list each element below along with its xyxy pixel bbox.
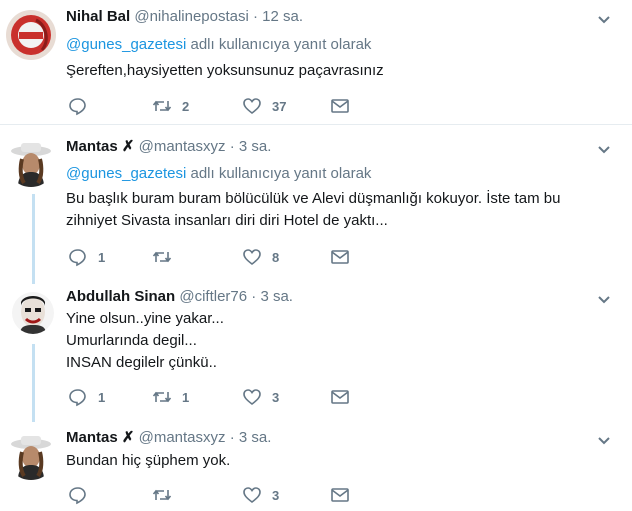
tweet-text: Bu başlık buram buram bölücülük ve Alevi… xyxy=(66,188,560,232)
retweet-button[interactable]: 1 xyxy=(152,387,189,407)
like-icon xyxy=(243,98,261,115)
reply-icon xyxy=(69,98,86,116)
retweet-icon xyxy=(152,100,172,112)
avatar[interactable] xyxy=(6,10,56,60)
tweet[interactable]: Nihal Bal @nihalinepostasi · 12 sa. @gun… xyxy=(0,0,632,124)
user-handle[interactable]: @mantasxyz xyxy=(139,429,226,446)
chevron-down-icon[interactable] xyxy=(596,291,612,307)
retweet-count: 2 xyxy=(182,98,190,114)
tweet-header: Nihal Bal @nihalinepostasi · 12 sa. xyxy=(66,8,303,25)
separator-dot: · xyxy=(253,8,258,25)
like-button[interactable]: 3 xyxy=(242,387,279,407)
like-count: 3 xyxy=(272,487,280,503)
reply-button[interactable] xyxy=(68,96,98,116)
chevron-down-icon[interactable] xyxy=(596,11,612,27)
retweet-count: 1 xyxy=(182,389,190,405)
separator-dot: · xyxy=(229,429,235,446)
tweet-text: Yine olsun..yine yakar... Umurlarında de… xyxy=(66,308,224,374)
like-count: 37 xyxy=(272,98,287,114)
separator-dot: · xyxy=(229,138,235,155)
retweet-button[interactable]: 2 xyxy=(152,96,189,116)
like-button[interactable]: 8 xyxy=(242,247,279,267)
direct-message-button[interactable] xyxy=(330,485,350,505)
timestamp[interactable]: 3 sa. xyxy=(239,138,272,155)
direct-message-icon xyxy=(331,250,349,264)
tweet[interactable]: Abdullah Sinan @ciftler76 · 3 sa. Yine o… xyxy=(0,280,632,420)
direct-message-icon xyxy=(331,488,349,502)
reply-context: @gunes_gazetesi adlı kullanıcıya yanıt o… xyxy=(66,36,371,53)
direct-message-icon xyxy=(331,99,349,113)
like-icon xyxy=(243,249,261,266)
reply-context: @gunes_gazetesi adlı kullanıcıya yanıt o… xyxy=(66,165,371,182)
reply-icon xyxy=(69,389,86,407)
chevron-down-icon[interactable] xyxy=(596,432,612,448)
user-handle[interactable]: @nihalinepostasi xyxy=(134,8,248,25)
reply-button[interactable]: 1 xyxy=(68,387,105,407)
display-name[interactable]: Abdullah Sinan xyxy=(66,288,175,305)
reply-count: 1 xyxy=(98,249,106,265)
timestamp[interactable]: 12 sa. xyxy=(262,8,303,25)
like-icon xyxy=(243,389,261,406)
mention-link[interactable]: @gunes_gazetesi xyxy=(66,165,186,182)
timestamp[interactable]: 3 sa. xyxy=(239,429,272,446)
reply-icon xyxy=(69,249,86,267)
tweet-text-line: INSAN degilelr çünkü.. xyxy=(66,354,217,371)
like-count: 8 xyxy=(272,249,280,265)
like-count: 3 xyxy=(272,389,280,405)
like-button[interactable]: 3 xyxy=(242,485,279,505)
direct-message-icon xyxy=(331,390,349,404)
avatar[interactable] xyxy=(6,430,56,480)
tweet-header: Mantas ✗ @mantasxyz · 3 sa. xyxy=(66,137,271,155)
tweet-text-line: Yine olsun..yine yakar... xyxy=(66,310,224,327)
avatar[interactable] xyxy=(12,292,54,334)
tweet-text: Şereften,haysiyetten yoksunsunuz paçavra… xyxy=(66,60,384,82)
reply-context-label: adlı kullanıcıya yanıt olarak xyxy=(186,165,372,182)
tweet-text-line: Umurlarında degil... xyxy=(66,332,197,349)
direct-message-button[interactable] xyxy=(330,96,350,116)
tweet-text-line: zihniyet Sivasta insanları diri diri Hot… xyxy=(66,212,388,229)
tweet[interactable]: Mantas ✗ @mantasxyz · 3 sa. Bundan hiç ş… xyxy=(0,420,632,511)
retweet-icon xyxy=(152,489,172,501)
retweet-icon xyxy=(152,391,172,403)
display-name[interactable]: Mantas ✗ xyxy=(66,138,134,155)
retweet-icon xyxy=(152,251,172,263)
separator-dot: · xyxy=(251,288,257,305)
user-handle[interactable]: @ciftler76 xyxy=(179,288,247,305)
like-icon xyxy=(243,487,261,504)
timestamp[interactable]: 3 sa. xyxy=(260,288,293,305)
display-name[interactable]: Nihal Bal xyxy=(66,8,130,25)
reply-context-label: adlı kullanıcıya yanıt olarak xyxy=(186,36,372,53)
retweet-button[interactable] xyxy=(152,247,182,267)
avatar[interactable] xyxy=(6,137,56,187)
reply-count: 1 xyxy=(98,389,106,405)
mention-link[interactable]: @gunes_gazetesi xyxy=(66,36,186,53)
reply-icon xyxy=(69,487,86,505)
tweet-header: Mantas ✗ @mantasxyz · 3 sa. xyxy=(66,428,271,446)
like-button[interactable]: 37 xyxy=(242,96,286,116)
tweet-text-line: Şereften,haysiyetten yoksunsunuz paçavra… xyxy=(66,62,384,79)
tweet-text: Bundan hiç şüphem yok. xyxy=(66,450,230,472)
tweet-text-line: Bu başlık buram buram bölücülük ve Alevi… xyxy=(66,190,561,207)
tweet-header: Abdullah Sinan @ciftler76 · 3 sa. xyxy=(66,288,293,305)
retweet-button[interactable] xyxy=(152,485,182,505)
reply-button[interactable] xyxy=(68,485,98,505)
user-handle[interactable]: @mantasxyz xyxy=(139,138,226,155)
direct-message-button[interactable] xyxy=(330,247,350,267)
display-name[interactable]: Mantas ✗ xyxy=(66,429,134,446)
tweet-text-line: Bundan hiç şüphem yok. xyxy=(66,452,231,469)
chevron-down-icon[interactable] xyxy=(596,141,612,157)
tweet[interactable]: Mantas ✗ @mantasxyz · 3 sa. @gunes_gazet… xyxy=(0,125,632,280)
direct-message-button[interactable] xyxy=(330,387,350,407)
reply-button[interactable]: 1 xyxy=(68,247,105,267)
